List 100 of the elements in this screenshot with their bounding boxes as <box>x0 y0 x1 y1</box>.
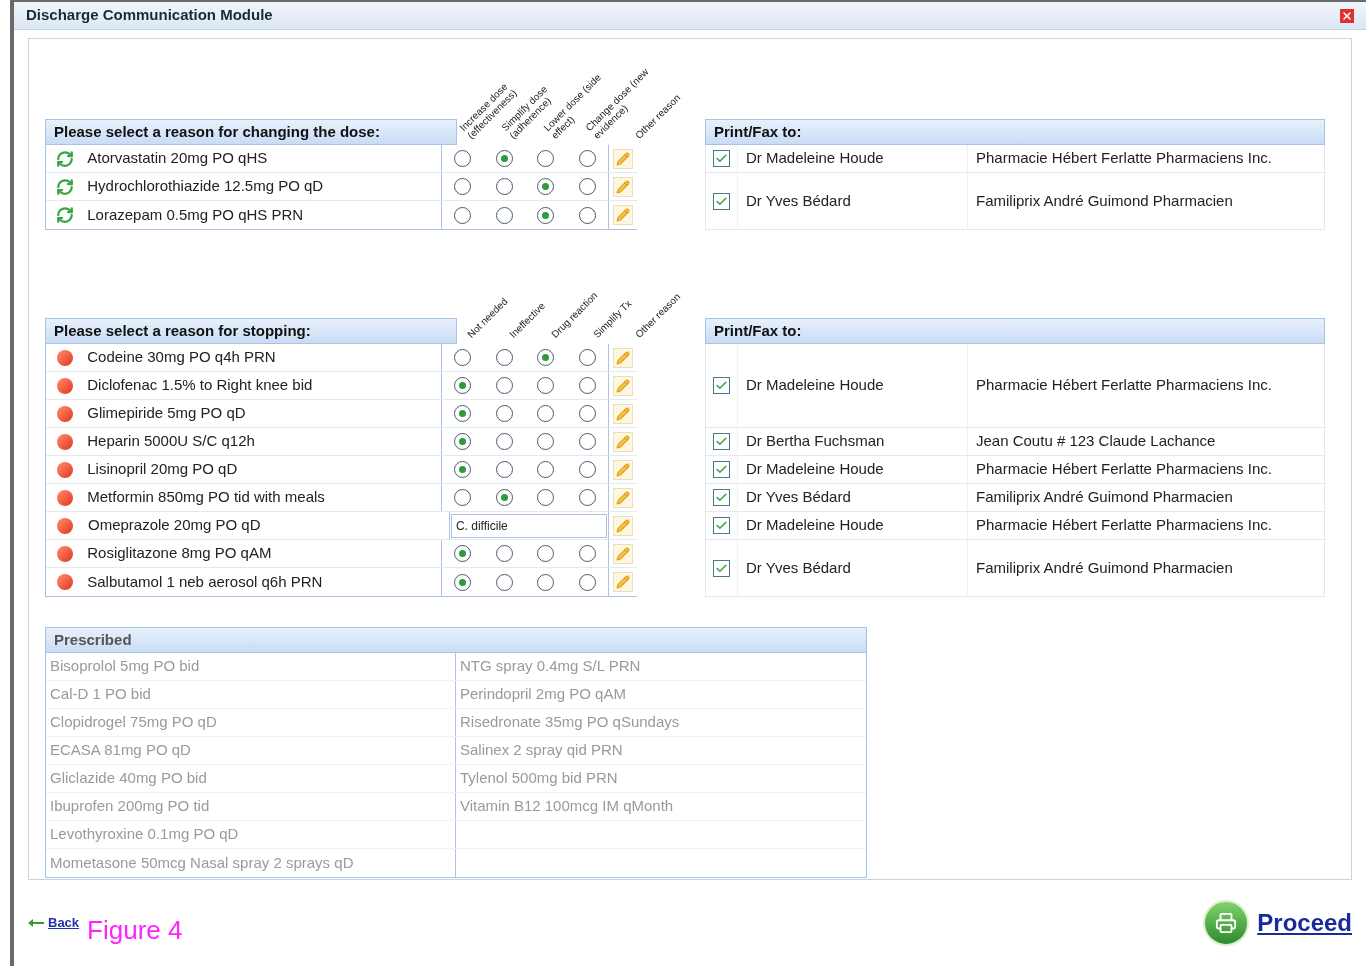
check-icon <box>715 379 728 392</box>
radio-button[interactable] <box>454 150 472 167</box>
medication-name: Clopidrogel 75mg PO qD <box>50 712 217 733</box>
radio-button[interactable] <box>454 489 472 506</box>
radio-button[interactable] <box>578 573 596 591</box>
radio-button[interactable] <box>454 573 472 591</box>
radio-button[interactable] <box>537 206 555 224</box>
radio-button[interactable] <box>537 377 555 394</box>
checkbox[interactable] <box>713 433 730 450</box>
radio-button[interactable] <box>578 150 596 167</box>
medication-name: Mometasone 50mcg Nasal spray 2 sprays qD <box>50 852 354 873</box>
proceed-link[interactable]: Proceed <box>1257 905 1352 941</box>
radio-button[interactable] <box>578 405 596 422</box>
drug-name: Metformin 850mg PO tid with meals <box>83 484 443 511</box>
radio-button[interactable] <box>537 461 555 478</box>
radio-button[interactable] <box>495 405 513 422</box>
section-header: Please select a reason for stopping: <box>45 318 457 344</box>
printer-icon[interactable] <box>1203 900 1250 946</box>
radio-button[interactable] <box>578 349 596 366</box>
medication-name: Gliclazide 40mg PO bid <box>50 768 207 789</box>
checkbox[interactable] <box>713 377 730 394</box>
checkbox[interactable] <box>713 489 730 506</box>
doctor-name: Dr Bertha Fuchsman <box>738 428 968 455</box>
close-icon[interactable] <box>1340 8 1354 23</box>
radio-button[interactable] <box>454 349 472 366</box>
radio-button[interactable] <box>578 377 596 394</box>
check-icon <box>715 152 728 165</box>
radio-button[interactable] <box>495 461 513 478</box>
radio-button[interactable] <box>537 150 555 167</box>
radio-button[interactable] <box>454 545 472 562</box>
radio-button[interactable] <box>495 178 513 195</box>
doctor-name: Dr Yves Bédard <box>738 173 968 229</box>
drug-name: Salbutamol 1 neb aerosol q6h PRN <box>83 568 443 596</box>
window-title: Discharge Communication Module <box>26 5 273 26</box>
radio-button[interactable] <box>537 405 555 422</box>
radio-button[interactable] <box>454 206 472 224</box>
check-icon <box>715 519 728 532</box>
drug-name: Lorazepam 0.5mg PO qHS PRN <box>83 201 443 229</box>
radio-button[interactable] <box>495 150 513 167</box>
radio-button[interactable] <box>537 489 555 506</box>
medication-name: Vitamin B12 100mcg IM qMonth <box>460 796 674 817</box>
medication-name: Tylenol 500mg bid PRN <box>460 768 618 789</box>
back-arrow-icon <box>28 919 44 927</box>
radio-button[interactable] <box>495 545 513 562</box>
radio-button[interactable] <box>495 206 513 224</box>
checkbox[interactable] <box>713 192 730 210</box>
doctor-name: Dr Yves Bédard <box>738 484 968 511</box>
section-header: Please select a reason for changing the dose: <box>45 119 457 145</box>
check-icon <box>715 561 728 575</box>
checkbox[interactable] <box>713 461 730 478</box>
drug-name: Rosiglitazone 8mg PO qAM <box>83 540 443 567</box>
radio-button[interactable] <box>454 178 472 195</box>
drug-name: Atorvastatin 20mg PO qHS <box>83 145 443 172</box>
doctor-name: Dr Madeleine Houde <box>738 456 968 483</box>
radio-button[interactable] <box>578 545 596 562</box>
radio-button[interactable] <box>578 461 596 478</box>
figure-label: Figure 4 <box>87 913 183 947</box>
radio-button[interactable] <box>454 405 472 422</box>
back-link[interactable]: Back <box>48 913 80 933</box>
radio-button[interactable] <box>454 377 472 394</box>
pharmacy-name: Jean Coutu # 123 Claude Lachance <box>975 431 1217 452</box>
check-icon <box>715 435 728 448</box>
refresh-icon <box>55 149 74 168</box>
medication-name: ECASA 81mg PO qD <box>50 740 191 761</box>
pharmacy-name: Familiprix André Guimond Pharmacien <box>975 190 1234 211</box>
radio-button[interactable] <box>578 206 596 224</box>
radio-button[interactable] <box>537 349 555 366</box>
checkbox[interactable] <box>713 559 730 577</box>
drug-name: Codeine 30mg PO q4h PRN <box>83 344 443 371</box>
radio-button[interactable] <box>495 573 513 591</box>
radio-button[interactable] <box>578 433 596 450</box>
checkbox[interactable] <box>713 150 730 167</box>
drug-name: Glimepiride 5mg PO qD <box>83 400 443 427</box>
doctor-name: Dr Madeleine Houde <box>738 344 968 427</box>
medication-name: Salinex 2 spray qid PRN <box>460 740 623 761</box>
radio-button[interactable] <box>578 178 596 195</box>
radio-button[interactable] <box>495 349 513 366</box>
refresh-icon <box>55 206 74 224</box>
section-header: Prescribed <box>45 627 867 653</box>
radio-button[interactable] <box>578 489 596 506</box>
radio-button[interactable] <box>537 573 555 591</box>
check-icon <box>715 491 728 504</box>
radio-button[interactable] <box>495 489 513 506</box>
radio-button[interactable] <box>537 545 555 562</box>
drug-name: Diclofenac 1.5% to Right knee bid <box>83 372 443 399</box>
reason-field[interactable]: C. difficile <box>450 513 607 538</box>
radio-button[interactable] <box>454 433 472 450</box>
check-icon <box>715 463 728 476</box>
radio-button[interactable] <box>454 461 472 478</box>
radio-button[interactable] <box>537 178 555 195</box>
radio-button[interactable] <box>495 377 513 394</box>
pharmacy-name: Pharmacie Hébert Ferlatte Pharmaciens Inc. <box>975 375 1273 396</box>
radio-button[interactable] <box>537 433 555 450</box>
checkbox[interactable] <box>713 517 730 534</box>
pharmacy-name: Familiprix André Guimond Pharmacien <box>975 487 1234 508</box>
doctor-name: Dr Yves Bédard <box>738 540 968 596</box>
radio-button[interactable] <box>495 433 513 450</box>
medication-name: Bisoprolol 5mg PO bid <box>50 656 200 677</box>
medication-name: NTG spray 0.4mg S/L PRN <box>460 656 641 677</box>
drug-name: Hydrochlorothiazide 12.5mg PO qD <box>83 173 443 200</box>
